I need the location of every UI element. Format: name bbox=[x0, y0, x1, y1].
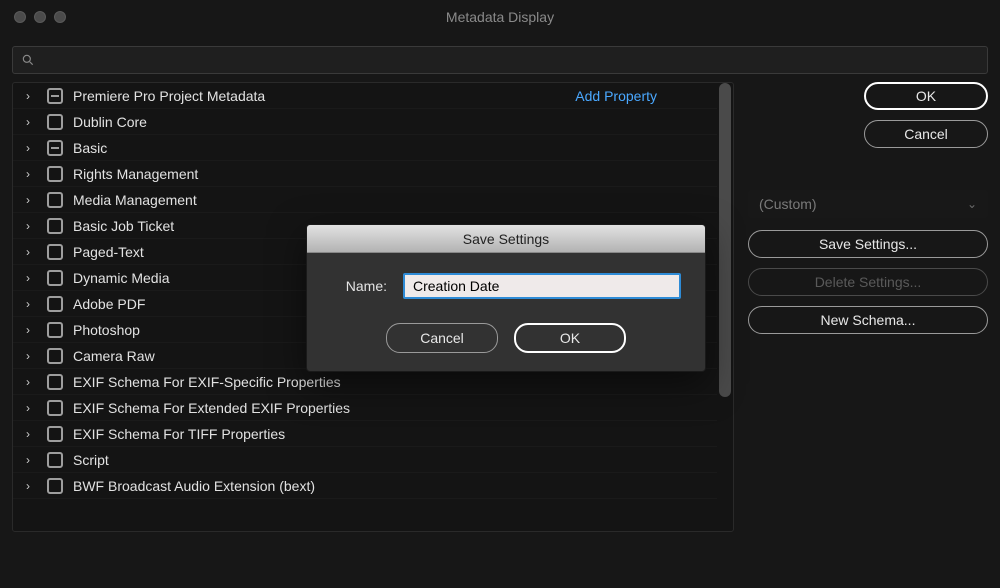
preset-dropdown-label: (Custom) bbox=[759, 196, 817, 212]
schema-checkbox[interactable] bbox=[47, 192, 63, 208]
side-buttons: OK Cancel (Custom) ⌄ Save Settings... De… bbox=[748, 82, 988, 532]
name-field-label: Name: bbox=[331, 278, 387, 294]
disclosure-triangle-icon[interactable]: › bbox=[19, 375, 37, 389]
new-schema-button[interactable]: New Schema... bbox=[748, 306, 988, 334]
save-settings-button[interactable]: Save Settings... bbox=[748, 230, 988, 258]
schema-label: Adobe PDF bbox=[73, 296, 145, 312]
preset-dropdown[interactable]: (Custom) ⌄ bbox=[748, 190, 988, 218]
name-input[interactable] bbox=[403, 273, 681, 299]
schema-row[interactable]: › Premiere Pro Project Metadata Add Proper… bbox=[13, 83, 717, 109]
disclosure-triangle-icon[interactable]: › bbox=[19, 401, 37, 415]
schema-label: Media Management bbox=[73, 192, 197, 208]
schema-checkbox[interactable] bbox=[47, 322, 63, 338]
disclosure-triangle-icon[interactable]: › bbox=[19, 349, 37, 363]
window-title: Metadata Display bbox=[0, 9, 1000, 25]
disclosure-triangle-icon[interactable]: › bbox=[19, 453, 37, 467]
disclosure-triangle-icon[interactable]: › bbox=[19, 141, 37, 155]
schema-checkbox[interactable] bbox=[47, 426, 63, 442]
schema-checkbox[interactable] bbox=[47, 218, 63, 234]
close-window-icon[interactable] bbox=[14, 11, 26, 23]
schema-checkbox[interactable] bbox=[47, 374, 63, 390]
schema-label: EXIF Schema For TIFF Properties bbox=[73, 426, 285, 442]
maximize-window-icon[interactable] bbox=[54, 11, 66, 23]
cancel-button[interactable]: Cancel bbox=[864, 120, 988, 148]
schema-checkbox[interactable] bbox=[47, 166, 63, 182]
schema-checkbox[interactable] bbox=[47, 400, 63, 416]
schema-label: EXIF Schema For EXIF-Specific Properties bbox=[73, 374, 341, 390]
window-controls bbox=[0, 11, 66, 23]
disclosure-triangle-icon[interactable]: › bbox=[19, 115, 37, 129]
modal-cancel-button[interactable]: Cancel bbox=[386, 323, 498, 353]
schema-checkbox[interactable] bbox=[47, 244, 63, 260]
schema-row[interactable]: › Script bbox=[13, 447, 717, 473]
modal-ok-button[interactable]: OK bbox=[514, 323, 626, 353]
schema-label: Dublin Core bbox=[73, 114, 147, 130]
disclosure-triangle-icon[interactable]: › bbox=[19, 219, 37, 233]
chevron-down-icon: ⌄ bbox=[967, 197, 977, 211]
schema-row[interactable]: › Dublin Core bbox=[13, 109, 717, 135]
vertical-scrollbar[interactable] bbox=[719, 83, 731, 531]
schema-row[interactable]: › BWF Broadcast Audio Extension (bext) bbox=[13, 473, 717, 499]
disclosure-triangle-icon[interactable]: › bbox=[19, 193, 37, 207]
title-bar: Metadata Display bbox=[0, 0, 1000, 34]
schema-label: Premiere Pro Project Metadata bbox=[73, 88, 265, 104]
schema-checkbox[interactable] bbox=[47, 270, 63, 286]
schema-label: Basic bbox=[73, 140, 107, 156]
schema-label: Paged-Text bbox=[73, 244, 144, 260]
schema-checkbox[interactable] bbox=[47, 348, 63, 364]
disclosure-triangle-icon[interactable]: › bbox=[19, 245, 37, 259]
schema-label: Basic Job Ticket bbox=[73, 218, 174, 234]
search-bar[interactable] bbox=[12, 46, 988, 74]
schema-label: Photoshop bbox=[73, 322, 140, 338]
schema-row[interactable]: › Basic bbox=[13, 135, 717, 161]
save-settings-modal: Save Settings Name: Cancel OK bbox=[306, 224, 706, 372]
disclosure-triangle-icon[interactable]: › bbox=[19, 427, 37, 441]
schema-checkbox[interactable] bbox=[47, 114, 63, 130]
schema-label: EXIF Schema For Extended EXIF Properties bbox=[73, 400, 350, 416]
schema-row[interactable]: › Rights Management bbox=[13, 161, 717, 187]
schema-checkbox[interactable] bbox=[47, 296, 63, 312]
schema-label: Rights Management bbox=[73, 166, 198, 182]
schema-row[interactable]: › EXIF Schema For TIFF Properties bbox=[13, 421, 717, 447]
schema-row[interactable]: › Media Management bbox=[13, 187, 717, 213]
disclosure-triangle-icon[interactable]: › bbox=[19, 89, 37, 103]
modal-title: Save Settings bbox=[307, 225, 705, 253]
delete-settings-button: Delete Settings... bbox=[748, 268, 988, 296]
scrollbar-thumb[interactable] bbox=[719, 83, 731, 397]
disclosure-triangle-icon[interactable]: › bbox=[19, 479, 37, 493]
search-input[interactable] bbox=[41, 52, 979, 68]
schema-checkbox[interactable] bbox=[47, 140, 63, 156]
search-icon bbox=[21, 53, 35, 67]
disclosure-triangle-icon[interactable]: › bbox=[19, 297, 37, 311]
schema-checkbox[interactable] bbox=[47, 452, 63, 468]
schema-row[interactable]: › EXIF Schema For Extended EXIF Propertie… bbox=[13, 395, 717, 421]
disclosure-triangle-icon[interactable]: › bbox=[19, 167, 37, 181]
schema-row[interactable]: › EXIF Schema For EXIF-Specific Propertie… bbox=[13, 369, 717, 395]
schema-label: Dynamic Media bbox=[73, 270, 169, 286]
ok-button[interactable]: OK bbox=[864, 82, 988, 110]
schema-label: Camera Raw bbox=[73, 348, 155, 364]
add-property-link[interactable]: Add Property bbox=[575, 88, 657, 104]
schema-label: BWF Broadcast Audio Extension (bext) bbox=[73, 478, 315, 494]
schema-checkbox[interactable] bbox=[47, 88, 63, 104]
disclosure-triangle-icon[interactable]: › bbox=[19, 271, 37, 285]
minimize-window-icon[interactable] bbox=[34, 11, 46, 23]
disclosure-triangle-icon[interactable]: › bbox=[19, 323, 37, 337]
schema-checkbox[interactable] bbox=[47, 478, 63, 494]
schema-label: Script bbox=[73, 452, 109, 468]
